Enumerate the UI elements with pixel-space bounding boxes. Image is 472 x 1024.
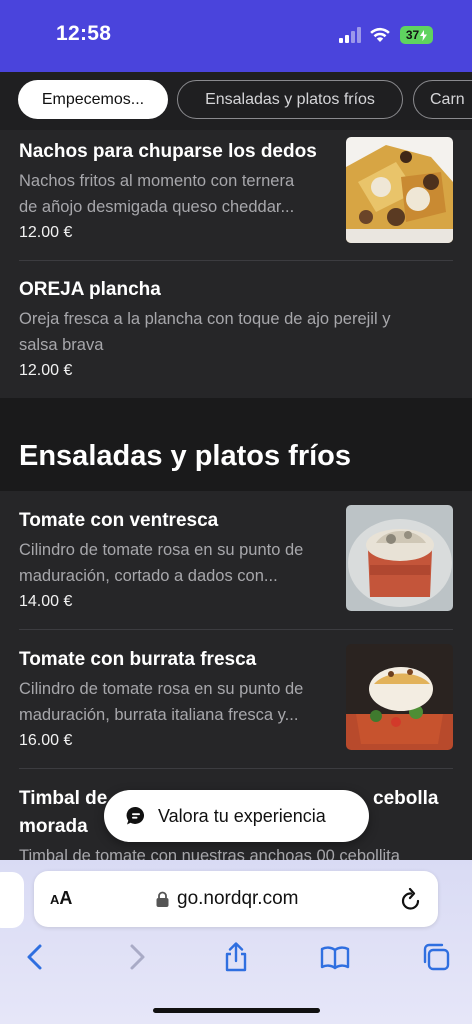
item-photo-nachos [346,137,453,243]
item-price: 14.00 € [19,593,73,610]
battery-level: 37 [405,28,420,42]
previous-tab-preview[interactable] [0,872,24,928]
menu-item-tomate-burrata[interactable]: Tomate con burrata fresca Cilindro de to… [0,630,472,768]
url-text: go.nordqr.com [177,888,299,909]
item-photo-tomate-burrata [346,644,453,750]
tab-empecemos[interactable]: Empecemos... [18,80,168,119]
item-title-line2: morada [19,816,88,837]
item-title: Tomate con ventresca [19,510,219,531]
charging-bolt-icon [420,29,428,41]
item-description-line2: de añojo desmigada queso cheddar... [19,198,295,216]
tab-carnes[interactable]: Carn [413,80,472,119]
item-title-right: cebolla [373,788,439,809]
section-header: Ensaladas y platos fríos [0,398,472,491]
url-display[interactable]: go.nordqr.com [156,888,298,910]
item-description-line1: Nachos fritos al momento con ternera [19,172,295,190]
item-title: Nachos para chuparse los dedos [19,141,317,162]
item-title: OREJA plancha [19,279,161,300]
tabs-icon[interactable] [421,942,451,972]
home-indicator [153,1008,320,1013]
item-description-line1: Oreja fresca a la plancha con toque de a… [19,310,391,328]
share-icon[interactable] [221,942,251,972]
item-description-line2: maduración, cortado a dados con... [19,567,278,585]
tab-ensaladas[interactable]: Ensaladas y platos fríos [177,80,403,119]
lock-icon [156,891,169,907]
item-price: 16.00 € [19,732,73,749]
wifi-icon [370,27,390,42]
cellular-signal-icon [339,27,361,43]
rate-experience-label: Valora tu experiencia [158,805,326,826]
item-description-line1: Cilindro de tomate rosa en su punto de [19,541,304,559]
status-bar: 12:58 37 [0,0,472,72]
item-title: Tomate con burrata fresca [19,649,257,670]
item-description-line1: Timbal de tomate con nuestras anchoas 00… [19,847,400,860]
browser-chrome: AA go.nordqr.com [0,860,472,1024]
menu-item-nachos[interactable]: Nachos para chuparse los dedos Nachos fr… [0,130,472,261]
bookmarks-icon[interactable] [320,942,350,972]
chat-bubble-icon [126,806,145,825]
rate-experience-button[interactable]: Valora tu experiencia [104,790,369,842]
item-price: 12.00 € [19,362,73,379]
reload-icon[interactable] [400,887,422,911]
clock: 12:58 [56,22,112,45]
item-description-line2: maduración, burrata italiana fresca y... [19,706,299,724]
item-price: 12.00 € [19,224,73,241]
address-bar[interactable]: AA go.nordqr.com [34,871,438,927]
text-size-button[interactable]: AA [50,888,72,909]
battery-charging-icon: 37 [400,26,433,44]
item-photo-tomate-ventresca [346,505,453,611]
menu-content: Nachos para chuparse los dedos Nachos fr… [0,130,472,860]
section-title: Ensaladas y platos fríos [19,440,352,472]
forward-icon[interactable] [122,942,152,972]
item-title-left: Timbal de [19,788,108,809]
item-description-line2: salsa brava [19,336,104,354]
menu-item-oreja[interactable]: OREJA plancha Oreja fresca a la plancha … [0,261,472,398]
category-tabs: Empecemos... Ensaladas y platos fríos Ca… [0,72,472,130]
item-description-line1: Cilindro de tomate rosa en su punto de [19,680,304,698]
back-icon[interactable] [20,942,50,972]
menu-item-tomate-ventresca[interactable]: Tomate con ventresca Cilindro de tomate … [0,491,472,629]
